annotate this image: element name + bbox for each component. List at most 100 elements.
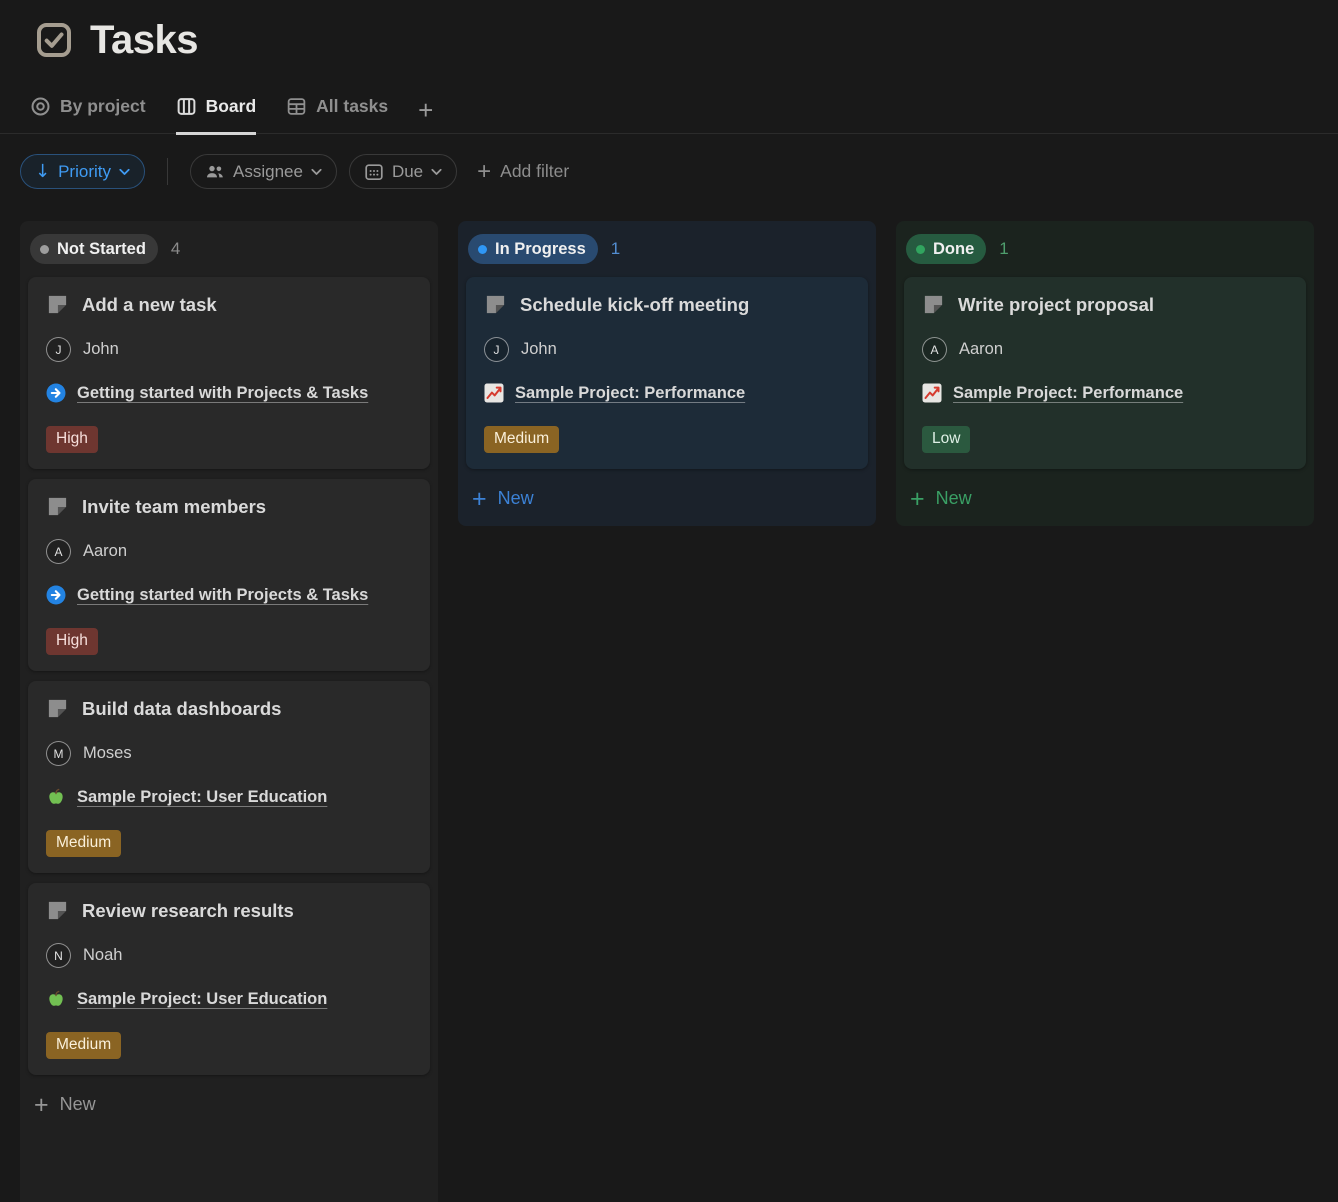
chevron-down-icon bbox=[311, 168, 322, 176]
assignee-name: Aaron bbox=[83, 542, 127, 561]
status-label: Not Started bbox=[57, 240, 146, 259]
chevron-down-icon bbox=[431, 168, 442, 176]
new-card-label: New bbox=[60, 1094, 96, 1115]
page-icon bbox=[46, 899, 69, 922]
status-pill-in-progress[interactable]: In Progress bbox=[468, 234, 598, 264]
plus-icon: + bbox=[910, 489, 925, 509]
avatar: A bbox=[46, 539, 71, 564]
task-title: Write project proposal bbox=[958, 294, 1154, 316]
priority-tag: Medium bbox=[484, 426, 559, 453]
project-link[interactable]: Sample Project: User Education bbox=[77, 788, 327, 807]
add-filter-button[interactable]: + Add filter bbox=[477, 161, 569, 182]
tab-label: By project bbox=[60, 96, 146, 117]
priority-tag: High bbox=[46, 426, 98, 453]
kanban-board: Not Started 4 Add a new task J John Gett… bbox=[0, 221, 1338, 1202]
avatar: A bbox=[922, 337, 947, 362]
plus-icon: + bbox=[477, 162, 491, 182]
status-label: In Progress bbox=[495, 240, 586, 259]
column-count: 4 bbox=[171, 239, 180, 259]
assignee-property: J John bbox=[46, 337, 412, 362]
priority-tag: Medium bbox=[46, 830, 121, 857]
assignee-property: A Aaron bbox=[46, 539, 412, 564]
green-apple-icon bbox=[46, 787, 66, 807]
status-pill-done[interactable]: Done bbox=[906, 234, 986, 264]
project-property: Sample Project: Performance bbox=[484, 383, 850, 403]
chevron-down-icon bbox=[119, 168, 130, 176]
project-link[interactable]: Getting started with Projects & Tasks bbox=[77, 586, 368, 605]
filter-label: Due bbox=[392, 162, 423, 182]
page-title: Tasks bbox=[90, 16, 198, 64]
checkbox-page-icon bbox=[34, 20, 74, 60]
page-icon bbox=[484, 293, 507, 316]
task-card[interactable]: Invite team members A Aaron Getting star… bbox=[28, 479, 430, 671]
board-icon bbox=[176, 96, 197, 117]
project-property: Sample Project: Performance bbox=[922, 383, 1288, 403]
target-icon bbox=[30, 96, 51, 117]
task-card[interactable]: Schedule kick-off meeting J John Sample … bbox=[466, 277, 868, 469]
tab-by-project[interactable]: By project bbox=[30, 96, 146, 135]
task-card[interactable]: Review research results N Noah Sample Pr… bbox=[28, 883, 430, 1075]
project-property: Sample Project: User Education bbox=[46, 787, 412, 807]
assignee-property: A Aaron bbox=[922, 337, 1288, 362]
task-card[interactable]: Add a new task J John Getting started wi… bbox=[28, 277, 430, 469]
assignee-name: Noah bbox=[83, 946, 122, 965]
green-apple-icon bbox=[46, 989, 66, 1009]
column-header: In Progress 1 bbox=[466, 229, 868, 277]
filter-bar: ↓ Priority Assignee Due + Add filter bbox=[0, 154, 1338, 189]
assignee-name: John bbox=[521, 340, 557, 359]
column-header: Not Started 4 bbox=[28, 229, 430, 277]
task-title: Schedule kick-off meeting bbox=[520, 294, 749, 316]
new-card-button[interactable]: + New bbox=[466, 479, 868, 518]
task-title: Build data dashboards bbox=[82, 698, 281, 720]
priority-tag: High bbox=[46, 628, 98, 655]
filter-label: Assignee bbox=[233, 162, 303, 182]
arrow-circle-icon bbox=[46, 383, 66, 403]
status-dot-icon bbox=[478, 245, 487, 254]
assignee-name: Aaron bbox=[959, 340, 1003, 359]
add-view-button[interactable]: + bbox=[418, 100, 433, 135]
divider bbox=[167, 158, 168, 185]
task-card[interactable]: Build data dashboards M Moses Sample Pro… bbox=[28, 681, 430, 873]
assignee-name: Moses bbox=[83, 744, 132, 763]
project-property: Getting started with Projects & Tasks bbox=[46, 585, 412, 605]
arrow-circle-icon bbox=[46, 585, 66, 605]
assignee-property: J John bbox=[484, 337, 850, 362]
new-card-button[interactable]: + New bbox=[28, 1085, 430, 1124]
add-filter-label: Add filter bbox=[500, 161, 569, 182]
tab-board[interactable]: Board bbox=[176, 96, 257, 135]
filter-assignee-button[interactable]: Assignee bbox=[190, 154, 337, 189]
column-done: Done 1 Write project proposal A Aaron Sa… bbox=[896, 221, 1314, 526]
status-pill-not-started[interactable]: Not Started bbox=[30, 234, 158, 264]
sort-priority-button[interactable]: ↓ Priority bbox=[20, 154, 145, 189]
avatar: N bbox=[46, 943, 71, 968]
chart-increasing-icon bbox=[922, 383, 942, 403]
project-property: Sample Project: User Education bbox=[46, 989, 412, 1009]
new-card-button[interactable]: + New bbox=[904, 479, 1306, 518]
project-link[interactable]: Sample Project: Performance bbox=[515, 384, 745, 403]
project-link[interactable]: Sample Project: User Education bbox=[77, 990, 327, 1009]
table-icon bbox=[286, 96, 307, 117]
tab-label: Board bbox=[206, 96, 257, 117]
assignee-property: M Moses bbox=[46, 741, 412, 766]
view-tabs: By project Board All tasks + bbox=[0, 96, 1338, 134]
chart-increasing-icon bbox=[484, 383, 504, 403]
status-dot-icon bbox=[916, 245, 925, 254]
plus-icon: + bbox=[418, 100, 433, 120]
project-link[interactable]: Getting started with Projects & Tasks bbox=[77, 384, 368, 403]
task-card[interactable]: Write project proposal A Aaron Sample Pr… bbox=[904, 277, 1306, 469]
page-header: Tasks bbox=[0, 0, 1338, 64]
column-in-progress: In Progress 1 Schedule kick-off meeting … bbox=[458, 221, 876, 526]
avatar: J bbox=[46, 337, 71, 362]
column-header: Done 1 bbox=[904, 229, 1306, 277]
avatar: M bbox=[46, 741, 71, 766]
column-count: 1 bbox=[999, 239, 1008, 259]
arrow-down-icon: ↓ bbox=[35, 163, 50, 181]
project-link[interactable]: Sample Project: Performance bbox=[953, 384, 1183, 403]
page-icon bbox=[46, 293, 69, 316]
tab-all-tasks[interactable]: All tasks bbox=[286, 96, 388, 135]
filter-due-button[interactable]: Due bbox=[349, 154, 457, 189]
task-title: Add a new task bbox=[82, 294, 217, 316]
new-card-label: New bbox=[936, 488, 972, 509]
status-label: Done bbox=[933, 240, 974, 259]
priority-tag: Low bbox=[922, 426, 970, 453]
